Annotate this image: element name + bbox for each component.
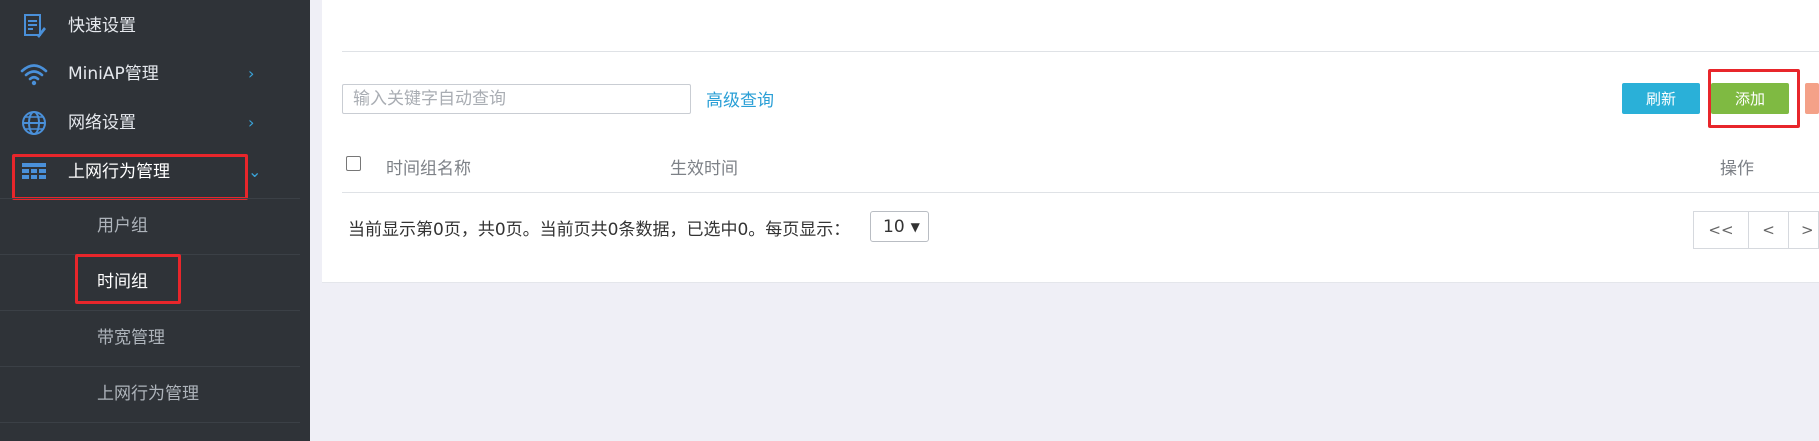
content-card: 高级查询 刷新 添加 时间组名称 生效时间 操作 当前显示第0页，共0页。当前页… bbox=[322, 0, 1819, 283]
globe-icon bbox=[22, 111, 46, 135]
column-header-actions: 操作 bbox=[1720, 159, 1754, 179]
chevron-down-icon: ▼ bbox=[910, 219, 920, 234]
first-page-button[interactable]: << bbox=[1693, 211, 1749, 249]
sidebar-subitem-label: 带宽管理 bbox=[97, 328, 165, 348]
highlight-box bbox=[1708, 69, 1800, 128]
quick-settings-icon bbox=[24, 14, 46, 38]
page-size-value: 10 bbox=[883, 216, 905, 237]
chevron-right-icon: › bbox=[248, 64, 255, 83]
select-all-checkbox[interactable] bbox=[346, 156, 361, 171]
sidebar-item-network-settings[interactable]: 网络设置 › bbox=[0, 99, 300, 147]
divider bbox=[342, 192, 1819, 193]
highlight-box bbox=[12, 154, 248, 200]
sidebar: 快速设置 MiniAP管理 › 网络设置 › 上网行为管理 ⌄ 用户组 时间组 … bbox=[0, 0, 310, 441]
chevron-right-icon: › bbox=[248, 113, 255, 132]
page-size-select[interactable]: 10 ▼ bbox=[870, 211, 929, 242]
sidebar-item-label: MiniAP管理 bbox=[68, 64, 159, 84]
chevron-down-icon: ⌄ bbox=[248, 162, 262, 181]
sidebar-item-label: 快速设置 bbox=[68, 16, 136, 36]
highlight-box bbox=[75, 254, 181, 304]
next-page-button[interactable]: > bbox=[1788, 211, 1819, 249]
column-header-effective-time: 生效时间 bbox=[670, 159, 738, 179]
wifi-icon bbox=[20, 64, 48, 86]
divider bbox=[0, 422, 300, 423]
sidebar-item-quick-settings[interactable]: 快速设置 bbox=[0, 2, 300, 50]
advanced-search-link[interactable]: 高级查询 bbox=[706, 86, 774, 111]
sidebar-subitem-bandwidth[interactable]: 带宽管理 bbox=[0, 310, 300, 366]
sidebar-subitem-label: 上网行为管理 bbox=[97, 384, 199, 404]
delete-button[interactable] bbox=[1805, 83, 1819, 114]
sidebar-subitem-label: 用户组 bbox=[97, 216, 148, 236]
sidebar-item-miniap[interactable]: MiniAP管理 › bbox=[0, 50, 300, 98]
divider bbox=[342, 51, 1819, 52]
prev-page-button[interactable]: < bbox=[1748, 211, 1789, 249]
column-header-name: 时间组名称 bbox=[386, 159, 471, 179]
pagination-summary: 当前显示第0页，共0页。当前页共0条数据，已选中0。每页显示： bbox=[348, 220, 851, 240]
search-input[interactable] bbox=[342, 84, 691, 114]
refresh-button[interactable]: 刷新 bbox=[1622, 83, 1700, 114]
sidebar-subitem-internet-behavior[interactable]: 上网行为管理 bbox=[0, 366, 300, 422]
sidebar-item-label: 网络设置 bbox=[68, 113, 136, 133]
sidebar-subitem-user-group[interactable]: 用户组 bbox=[0, 198, 300, 254]
